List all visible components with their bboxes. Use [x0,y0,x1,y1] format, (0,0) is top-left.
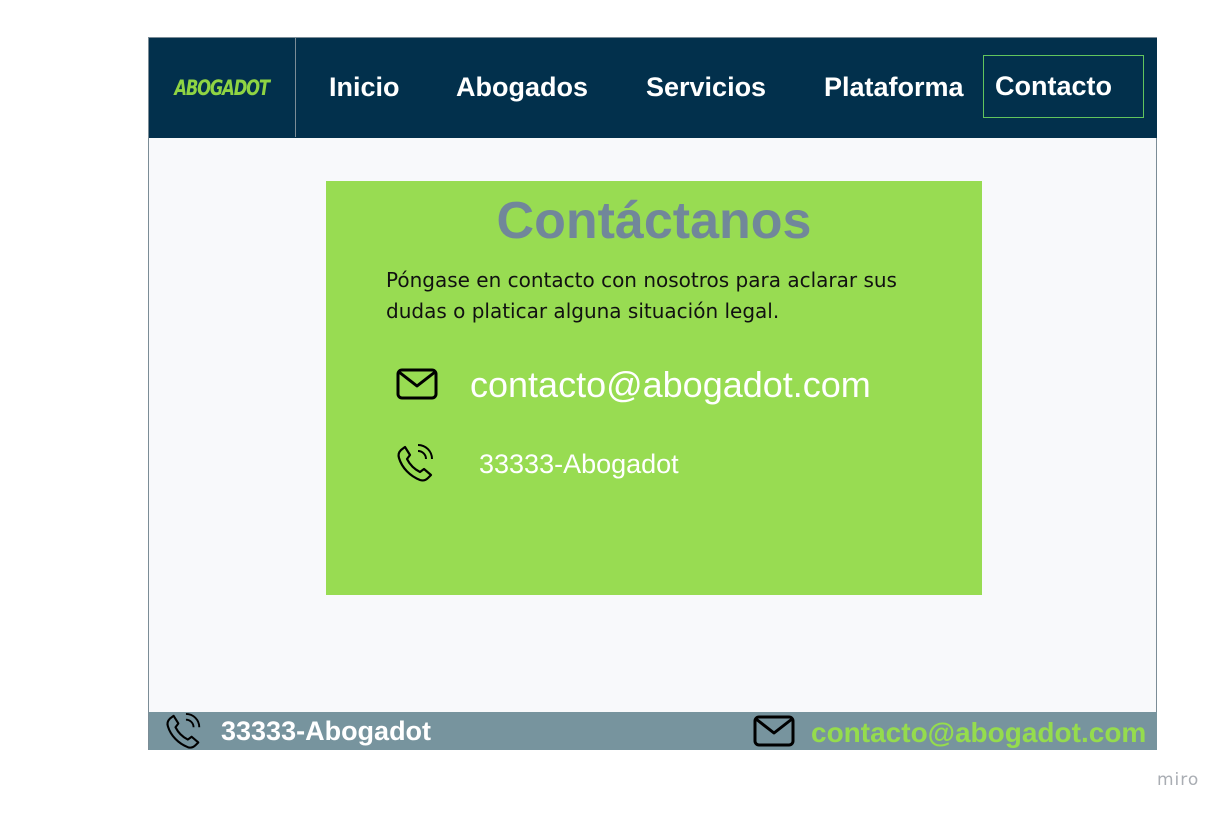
footer: 33333-Abogadot contacto@abogadot.com [149,712,1157,750]
nav-item-abogados[interactable]: Abogados [456,38,588,137]
logo-text: ABOGADOT [174,75,271,100]
nav-item-plataforma[interactable]: Plataforma [824,38,964,137]
contact-email-link[interactable]: contacto@abogadot.com [470,364,871,406]
footer-envelope-icon [753,715,795,747]
footer-email-link[interactable]: contacto@abogadot.com [811,712,1146,754]
nav-item-inicio[interactable]: Inicio [329,38,400,137]
miro-watermark: miro [1157,770,1200,790]
contact-title: Contáctanos [496,192,812,250]
phone-ringing-icon [397,444,433,482]
nav-item-contacto[interactable]: Contacto [983,55,1144,118]
nav-item-servicios[interactable]: Servicios [646,38,766,137]
page-frame: ABOGADOT Inicio Abogados Servicios Plata… [148,37,1157,750]
contact-description: Póngase en contacto con nosotros para ac… [386,268,897,323]
footer-phone-icon [166,713,201,749]
navbar: ABOGADOT Inicio Abogados Servicios Plata… [149,38,1157,138]
contact-card: Contáctanos Póngase en contacto con noso… [326,181,982,595]
logo[interactable]: ABOGADOT [149,38,296,137]
contact-phone-link[interactable]: 33333-Abogadot [479,449,679,480]
footer-phone-link[interactable]: 33333-Abogadot [221,712,431,750]
envelope-icon [396,368,438,400]
